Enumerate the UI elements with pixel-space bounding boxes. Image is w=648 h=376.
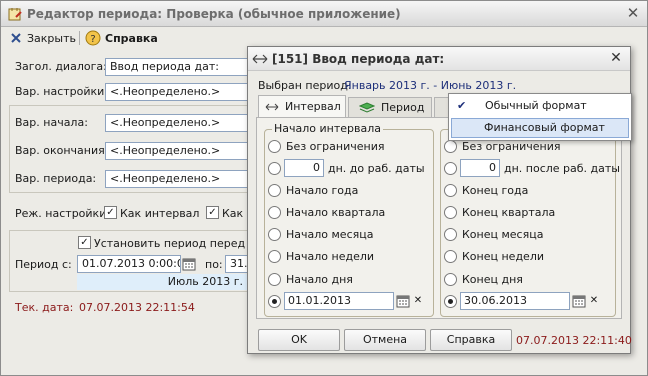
window-title: Редактор периода: Проверка (обычное прил…: [27, 7, 401, 21]
dialog-title-field[interactable]: Ввод периода дат:: [105, 58, 251, 76]
as-interval-label: Как интервал: [120, 207, 200, 220]
end-interval-group: [440, 129, 616, 317]
cancel-button[interactable]: Отмена: [344, 329, 426, 351]
tab-period[interactable]: Период: [348, 97, 432, 117]
tab-interval-label: Интервал: [285, 100, 341, 113]
help-button[interactable]: ? Справка: [85, 29, 158, 47]
settings-var-field[interactable]: <.Неопределено.>: [105, 83, 251, 101]
start-radio-month[interactable]: [268, 228, 281, 241]
interval-arrows-icon: [252, 54, 268, 64]
menu-item-normal-format[interactable]: ✔ Обычный формат: [451, 96, 629, 116]
selected-period-label: Выбран период:: [258, 79, 352, 92]
end-radio-date[interactable]: [444, 295, 457, 308]
help-button-label: Справка: [105, 31, 158, 45]
as-interval-checkbox[interactable]: ✓: [104, 206, 117, 219]
start-interval-group: [264, 129, 434, 317]
start-radio-days[interactable]: [268, 162, 281, 175]
svg-text:?: ?: [90, 34, 95, 45]
period-from-label: Период с:: [15, 258, 72, 271]
start-option-label: Начало месяца: [286, 228, 374, 241]
current-date-label: Тек. дата:: [15, 301, 74, 314]
menu-item-label: Обычный формат: [485, 99, 587, 112]
start-date-field[interactable]: 01.01.2013: [284, 292, 394, 310]
start-option-label: Начало года: [286, 184, 359, 197]
selected-period-value: Январь 2013 г. - Июнь 2013 г.: [344, 79, 517, 92]
mode-label: Реж. настройки:: [15, 207, 111, 220]
menu-item-label: Финансовый формат: [484, 121, 605, 134]
dialog-timestamp: 07.07.2013 22:11:40: [516, 334, 632, 347]
start-radio-week[interactable]: [268, 250, 281, 263]
period-var-label: Вар. периода:: [15, 172, 97, 185]
close-button-label: Закрыть: [27, 31, 76, 45]
start-option-label: Начало дня: [286, 273, 353, 286]
start-var-field[interactable]: <.Неопределено.>: [105, 114, 251, 132]
app-icon: [8, 8, 22, 21]
help-icon: ?: [85, 30, 101, 46]
close-x-icon: [11, 33, 21, 43]
start-radio-year[interactable]: [268, 184, 281, 197]
current-date-value: 07.07.2013 22:11:54: [79, 301, 195, 314]
start-interval-legend: Начало интервала: [272, 122, 384, 135]
clear-start-date-icon[interactable]: ✕: [411, 294, 425, 308]
end-var-field[interactable]: <.Неопределено.>: [105, 142, 251, 160]
end-option-label: дн. после раб. даты: [504, 162, 620, 175]
tab-period-label: Период: [381, 101, 425, 114]
period-var-field[interactable]: <.Неопределено.>: [105, 170, 251, 188]
start-radio-no-limit[interactable]: [268, 140, 281, 153]
ok-button[interactable]: OK: [258, 329, 340, 351]
end-radio-no-limit[interactable]: [444, 140, 457, 153]
end-radio-days[interactable]: [444, 162, 457, 175]
start-radio-date[interactable]: [268, 295, 281, 308]
calendar-icon[interactable]: [572, 294, 586, 308]
start-days-field[interactable]: 0: [284, 159, 324, 177]
end-radio-week[interactable]: [444, 250, 457, 263]
end-radio-year[interactable]: [444, 184, 457, 197]
set-period-label: Установить период перед ред: [94, 237, 270, 250]
tab-interval[interactable]: Интервал: [258, 95, 346, 117]
end-var-label: Вар. окончания:: [15, 144, 109, 157]
settings-var-label: Вар. настройки:: [15, 85, 109, 98]
format-dropdown-menu: ✔ Обычный формат Финансовый формат: [448, 93, 632, 141]
end-radio-quarter[interactable]: [444, 206, 457, 219]
as-other-checkbox[interactable]: ✓: [206, 206, 219, 219]
start-option-label: Начало квартала: [286, 206, 386, 219]
dialog-titlebar[interactable]: [151] Ввод периода дат: ✕: [248, 47, 630, 71]
end-option-label: Конец квартала: [462, 206, 556, 219]
start-radio-day[interactable]: [268, 273, 281, 286]
end-radio-day[interactable]: [444, 273, 457, 286]
close-button[interactable]: Закрыть: [9, 29, 76, 47]
start-option-label: Без ограничения: [286, 140, 385, 153]
window-titlebar[interactable]: Редактор периода: Проверка (обычное прил…: [1, 1, 647, 27]
toolbar-separator: [79, 31, 80, 45]
interval-tab-icon: [265, 103, 279, 110]
dialog-title-label: Загол. диалога:: [15, 60, 107, 73]
dialog-help-button[interactable]: Справка: [430, 329, 512, 351]
close-icon[interactable]: ✕: [625, 5, 641, 21]
end-date-field[interactable]: 30.06.2013: [460, 292, 570, 310]
calendar-icon[interactable]: [182, 257, 196, 271]
end-option-label: Конец дня: [462, 273, 523, 286]
end-option-label: Конец месяца: [462, 228, 544, 241]
end-option-label: Без ограничения: [462, 140, 561, 153]
end-option-label: Конец недели: [462, 250, 544, 263]
checkmark-icon: ✔: [457, 99, 467, 112]
dialog-close-icon[interactable]: ✕: [608, 50, 624, 66]
start-option-label: Начало недели: [286, 250, 375, 263]
end-option-label: Конец года: [462, 184, 529, 197]
end-radio-month[interactable]: [444, 228, 457, 241]
set-period-checkbox[interactable]: ✓: [78, 236, 91, 249]
period-display: Июль 2013 г.: [77, 274, 249, 290]
period-to-label: по:: [205, 258, 223, 271]
start-option-label: дн. до раб. даты: [328, 162, 425, 175]
period-from-field[interactable]: 01.07.2013 0:00:00: [77, 255, 181, 273]
layers-icon: [359, 101, 375, 113]
start-var-label: Вар. начала:: [15, 116, 88, 129]
menu-item-financial-format[interactable]: Финансовый формат: [451, 118, 629, 138]
end-days-field[interactable]: 0: [460, 159, 500, 177]
clear-end-date-icon[interactable]: ✕: [587, 294, 601, 308]
start-radio-quarter[interactable]: [268, 206, 281, 219]
calendar-icon[interactable]: [396, 294, 410, 308]
dialog-title: [151] Ввод периода дат:: [272, 52, 445, 66]
